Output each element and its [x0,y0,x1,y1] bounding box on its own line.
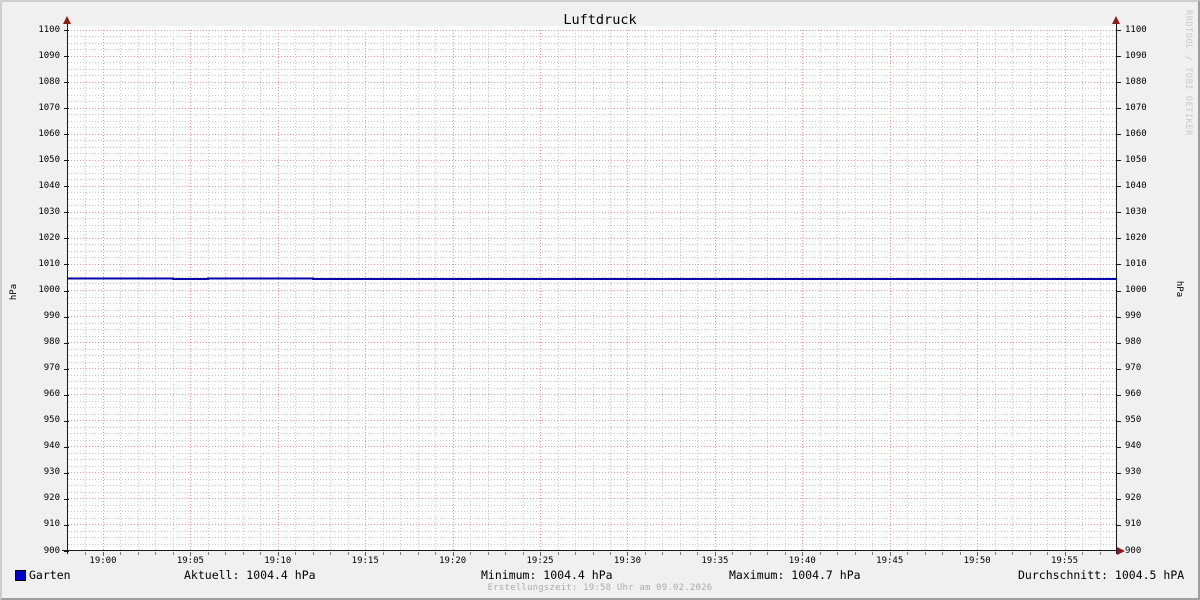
legend-aktuell: Aktuell: 1004.4 hPa [184,568,316,582]
y-axis-label-right: 1070 [1125,102,1147,113]
x-axis-label: 19:25 [526,556,554,566]
y-axis-label-right: 1010 [1125,258,1147,269]
series-color-swatch [15,570,26,581]
y-axis-label-right: 1090 [1125,50,1147,61]
legend-durchschnitt: Durchschnitt: 1004.5 hPA [1018,568,1185,582]
y-axis-left-arrow-icon [63,16,71,24]
y-axis-label-right: 1080 [1125,76,1147,87]
x-axis-label: 19:00 [89,556,117,566]
y-axis-label-right: 910 [1125,519,1142,530]
rrdtool-graph: Luftdruck 900 900 910 910 920 920 930 930 940 940… [0,0,1200,600]
y-axis-label-right: 950 [1125,415,1142,426]
y-axis-label-left: 1020 [38,232,60,243]
y-axis-label-left: 980 [43,337,60,348]
y-axis-label-left: 1010 [38,258,60,269]
y-axis-label-left: 930 [43,467,60,478]
y-axis-label-left: 1060 [38,128,60,139]
x-axis-label: 19:15 [351,556,379,566]
y-axis-label-left: 1070 [38,102,60,113]
y-axis-label-left: 1090 [38,50,60,61]
y-axis-label-right: 1050 [1125,154,1147,165]
y-axis-label-right: 1060 [1125,128,1147,139]
x-axis-line [62,550,1119,551]
y-axis-label-left: 960 [43,389,60,400]
y-axis-right-line [1116,24,1117,554]
y-axis-label-left: 1050 [38,154,60,165]
y-axis-label-right: 1030 [1125,206,1147,217]
x-axis-label: 19:10 [264,556,292,566]
y-axis-label-left: 940 [43,441,60,452]
axis-label-layer: 900 900 910 910 920 920 930 930 940 940 950 950 960 9… [2,2,1198,598]
x-axis-label: 19:30 [613,556,641,566]
x-axis-label: 19:55 [1051,556,1079,566]
y-axis-label-left: 900 [43,545,60,556]
y-axis-label-right: 930 [1125,467,1142,478]
rrdtool-watermark: RRDTOOL / TOBI OETIKER [1183,10,1193,136]
y-axis-label-left: 950 [43,415,60,426]
legend-maximum: Maximum: 1004.7 hPa [729,568,861,582]
y-axis-label-left: 1100 [38,24,60,35]
x-axis-label: 19:20 [439,556,467,566]
creation-timestamp: Erstellungszeit: 19:58 Uhr am 09.02.2026 [487,583,713,593]
x-axis-label: 19:05 [176,556,204,566]
y-axis-unit-right: hPa [1174,280,1184,298]
y-axis-label-right: 900 [1125,545,1142,556]
y-axis-label-left: 1000 [38,285,60,295]
y-axis-label-left: 990 [43,311,60,322]
y-axis-unit-left: hPa [9,283,19,301]
y-axis-label-right: 920 [1125,493,1142,504]
y-axis-label-right: 1100 [1125,24,1147,35]
y-axis-label-right: 1020 [1125,232,1147,243]
x-axis-label: 19:50 [963,556,991,566]
x-axis-label: 19:35 [701,556,729,566]
x-axis-label: 19:40 [788,556,816,566]
y-axis-label-right: 970 [1125,363,1142,374]
y-axis-left-line [67,24,68,554]
y-axis-right-arrow-icon [1112,16,1120,24]
y-axis-label-right: 1000 [1125,285,1147,295]
y-axis-label-left: 970 [43,363,60,374]
y-axis-label-right: 1040 [1125,180,1147,191]
y-axis-label-left: 1080 [38,76,60,87]
y-axis-label-right: 960 [1125,389,1142,400]
y-axis-label-left: 910 [43,519,60,530]
legend-series-name: Garten [29,568,71,582]
y-axis-label-left: 920 [43,493,60,504]
y-axis-label-right: 990 [1125,311,1142,322]
legend-minimum: Minimum: 1004.4 hPa [481,568,613,582]
x-axis-label: 19:45 [876,556,904,566]
y-axis-label-right: 940 [1125,441,1142,452]
x-axis-arrow-icon [1117,547,1125,555]
y-axis-label-right: 980 [1125,337,1142,348]
y-axis-label-left: 1040 [38,180,60,191]
y-axis-label-left: 1030 [38,206,60,217]
